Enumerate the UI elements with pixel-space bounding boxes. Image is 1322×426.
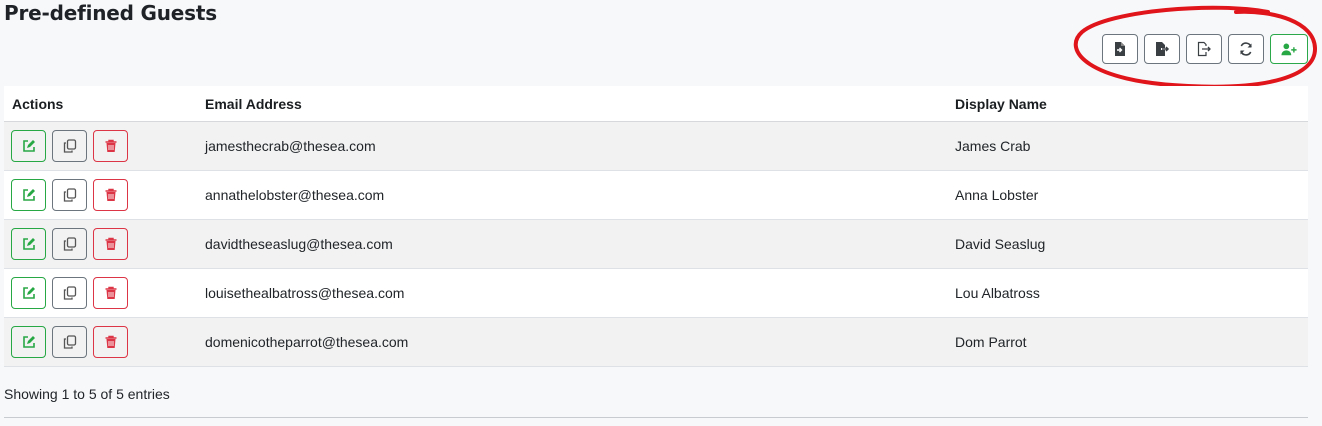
copy-icon [63, 188, 76, 202]
table-row: annathelobster@thesea.com Anna Lobster [4, 171, 1308, 220]
display-name-cell: Dom Parrot [955, 334, 1027, 350]
duplicate-button[interactable] [52, 228, 87, 260]
delete-button[interactable] [93, 179, 128, 211]
delete-button[interactable] [93, 326, 128, 358]
edit-button[interactable] [11, 179, 46, 211]
trash-icon [105, 335, 116, 348]
edit-button[interactable] [11, 228, 46, 260]
email-cell: davidtheseaslug@thesea.com [205, 236, 393, 252]
row-actions [11, 179, 128, 211]
copy-icon [63, 139, 76, 153]
edit-icon [22, 287, 35, 299]
table-row: jamesthecrab@thesea.com James Crab [4, 122, 1308, 171]
edit-icon [22, 238, 35, 250]
export-button[interactable] [1144, 34, 1180, 64]
import-button[interactable] [1102, 34, 1138, 64]
copy-icon [63, 237, 76, 251]
table-header: Actions Email Address Display Name [4, 86, 1308, 122]
toolbar [1102, 34, 1308, 66]
trash-icon [105, 139, 116, 152]
duplicate-button[interactable] [52, 326, 87, 358]
file-import-icon [1115, 42, 1125, 56]
row-actions [11, 228, 128, 260]
delete-button[interactable] [93, 277, 128, 309]
display-name-cell: David Seaslug [955, 236, 1046, 252]
table-row: louisethealbatross@thesea.com Lou Albatr… [4, 269, 1308, 318]
delete-button[interactable] [93, 228, 128, 260]
row-actions [11, 326, 128, 358]
trash-icon [105, 286, 116, 299]
edit-button[interactable] [11, 277, 46, 309]
email-cell: louisethealbatross@thesea.com [205, 285, 405, 301]
display-name-cell: Lou Albatross [955, 285, 1040, 301]
add-guest-button[interactable] [1270, 34, 1308, 64]
display-name-cell: James Crab [955, 138, 1031, 154]
file-export-outline-icon [1197, 41, 1211, 57]
page-title: Pre-defined Guests [4, 1, 217, 25]
copy-icon [63, 335, 76, 349]
edit-icon [22, 336, 35, 348]
delete-button[interactable] [93, 130, 128, 162]
duplicate-button[interactable] [52, 179, 87, 211]
column-header-email[interactable]: Email Address [205, 96, 302, 112]
add-user-icon [1281, 43, 1297, 56]
edit-button[interactable] [11, 130, 46, 162]
export-outline-button[interactable] [1186, 34, 1222, 64]
table-row: domenicotheparrot@thesea.com Dom Parrot [4, 318, 1308, 367]
email-cell: domenicotheparrot@thesea.com [205, 334, 409, 350]
edit-icon [22, 140, 35, 152]
row-actions [11, 277, 128, 309]
trash-icon [105, 237, 116, 250]
email-cell: annathelobster@thesea.com [205, 187, 385, 203]
duplicate-button[interactable] [52, 277, 87, 309]
column-header-actions[interactable]: Actions [12, 96, 63, 112]
edit-icon [22, 189, 35, 201]
trash-icon [105, 188, 116, 201]
guests-table: Actions Email Address Display Name james… [4, 86, 1308, 367]
table-row: davidtheseaslug@thesea.com David Seaslug [4, 220, 1308, 269]
refresh-button[interactable] [1228, 34, 1264, 64]
column-header-display-name[interactable]: Display Name [955, 96, 1047, 112]
file-export-icon [1156, 42, 1170, 56]
divider [4, 417, 1308, 418]
refresh-icon [1240, 42, 1252, 56]
display-name-cell: Anna Lobster [955, 187, 1039, 203]
duplicate-button[interactable] [52, 130, 87, 162]
edit-button[interactable] [11, 326, 46, 358]
email-cell: jamesthecrab@thesea.com [205, 138, 376, 154]
row-actions [11, 130, 128, 162]
copy-icon [63, 286, 76, 300]
table-info: Showing 1 to 5 of 5 entries [4, 386, 170, 402]
